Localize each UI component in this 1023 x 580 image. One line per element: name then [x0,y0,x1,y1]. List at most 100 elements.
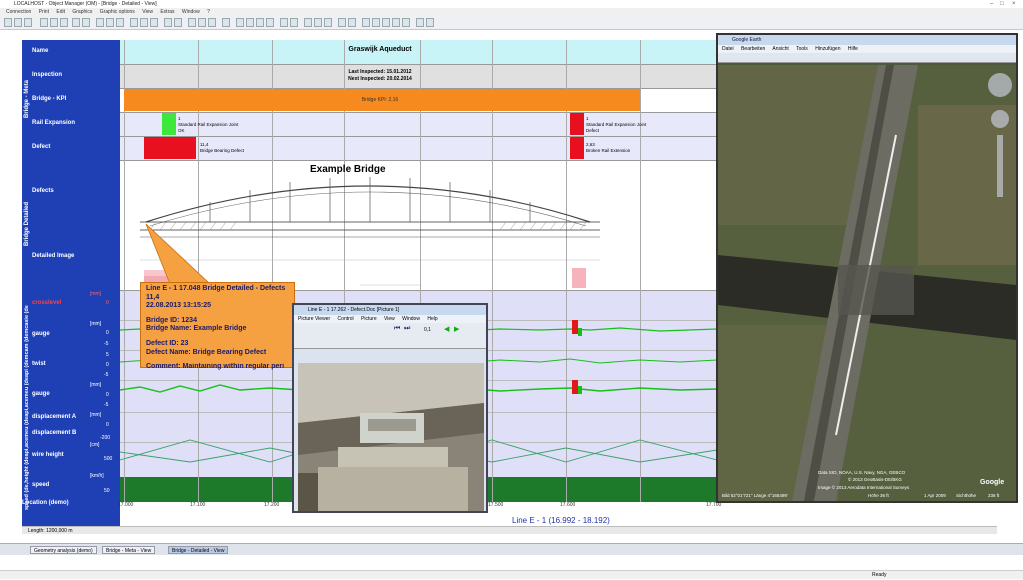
picture-viewer-title: Line E - 1 17.262 - Defect.Doc [Picture … [294,305,486,315]
row-label-displacement-b: displacement B [32,430,77,436]
map-credits-3: Image © 2013 Aerodata International Surv… [818,485,910,490]
toolbar-button[interactable] [50,18,58,27]
toolbar-button[interactable] [392,18,400,27]
toolbar-button[interactable] [60,18,68,27]
last-icon[interactable]: ⏭ [404,325,410,333]
toolbar-button[interactable] [236,18,244,27]
next-inspected: Next Inspected: 20.02.2014 [348,76,412,82]
toolbar-button[interactable] [382,18,390,27]
row-label-kpi: Bridge - KPI [32,96,67,102]
toolbar-button[interactable] [208,18,216,27]
row-label-crosslevel: crosslevel [32,300,62,306]
pv-menu-item[interactable]: Help [427,316,437,322]
next-icon[interactable]: ▶ [454,325,459,333]
pv-menu-item[interactable]: Window [402,316,420,322]
google-earth-window[interactable]: Google Earth Datei Bearbeiten Ansicht To… [716,33,1018,503]
ge-menu-item[interactable]: Hilfe [848,46,858,52]
row-label-gauge: gauge [32,331,50,337]
toolbar-button[interactable] [198,18,206,27]
toolbar-button[interactable] [426,18,434,27]
pv-menu-item[interactable]: Picture [361,316,377,322]
pv-menu-item[interactable]: Control [338,316,354,322]
menu-edit[interactable]: Edit [56,9,65,15]
menu-graphic-options[interactable]: Graphic options [100,9,135,15]
toolbar-button[interactable] [222,18,230,27]
row-label-rail-expansion: Rail Expansion [32,120,76,126]
close-button[interactable]: × [1012,0,1016,8]
menu-view[interactable]: View [142,9,153,15]
toolbar-button[interactable] [82,18,90,27]
menu-window[interactable]: Window [182,9,200,15]
toolbar-button[interactable] [24,18,32,27]
toolbar-button[interactable] [106,18,114,27]
toolbar-button[interactable] [256,18,264,27]
axis-tick: 17.100 [190,502,206,508]
defect-popup: Line E - 1 17.048 Bridge Detailed - Defe… [140,282,295,370]
toolbar-button[interactable] [4,18,12,27]
toolbar-button[interactable] [372,18,380,27]
toolbar-button[interactable] [174,18,182,27]
popup-line: 11,4 [146,293,160,301]
ge-menu-item[interactable]: Ansicht [772,46,788,52]
minimize-button[interactable]: – [990,0,993,8]
toolbar-button[interactable] [266,18,274,27]
zoom-value[interactable]: 0,1 [424,327,431,333]
ge-menu-item[interactable]: Bearbeiten [741,46,765,52]
toolbar-button[interactable] [304,18,312,27]
defect-left-name: Bridge Bearing Defect [200,148,245,153]
first-icon[interactable]: ⏮ [394,325,400,333]
toolbar-button[interactable] [314,18,322,27]
menu-connection[interactable]: Connection [6,9,31,15]
google-earth-toolbar [718,53,1016,63]
pv-menu-item[interactable]: View [384,316,395,322]
toolbar-button[interactable] [130,18,138,27]
menu-extras[interactable]: Extras [160,9,174,15]
menu-bar: Connection Print Edit Graphics Graphic o… [0,8,1023,16]
toolbar-button[interactable] [116,18,124,27]
picture-viewer-window[interactable]: Line E - 1 17.262 - Defect.Doc [Picture … [292,303,488,513]
toolbar-button[interactable] [188,18,196,27]
task-bridge-meta-view[interactable]: Bridge - Meta - View [102,546,156,554]
toolbar-button[interactable] [348,18,356,27]
task-geometry-analysis[interactable]: Geometry analysis (demo) [30,546,97,554]
row-label-twist: twist [32,361,46,367]
toolbar-button[interactable] [402,18,410,27]
defect-bearing-marker[interactable] [144,137,196,159]
toolbar-button[interactable] [150,18,158,27]
toolbar [0,16,1023,30]
menu-help[interactable]: ? [207,9,210,15]
ge-menu-item[interactable]: Datei [722,46,734,52]
maximize-button[interactable]: □ [1000,0,1004,8]
popup-line: Bridge Name: Example Bridge [146,325,247,333]
pv-menu-item[interactable]: Picture Viewer [298,316,330,322]
bridge-name: Graswijk Aqueduct [348,46,412,53]
length-bar[interactable]: Length: 1200,000 m [22,526,997,534]
ge-menu-item[interactable]: Hinzufügen [815,46,840,52]
menu-print[interactable]: Print [39,9,49,15]
toolbar-button[interactable] [140,18,148,27]
toolbar-button[interactable] [290,18,298,27]
popup-pointer [145,223,211,284]
toolbar-button[interactable] [246,18,254,27]
toolbar-button[interactable] [416,18,424,27]
toolbar-button[interactable] [338,18,346,27]
rail-expansion-ok-marker[interactable] [162,113,176,135]
map-credits-2: © 2013 GeoBasis-DE/BKG [848,477,902,482]
satellite-map[interactable]: Data SIO, NOAA, U.S. Navy, NGA, GEBCO © … [718,65,1016,501]
toolbar-button[interactable] [324,18,332,27]
rail-expansion-left-status: OK [178,128,185,133]
ge-menu-item[interactable]: Tools [796,46,808,52]
defect-rail-marker[interactable] [570,137,584,159]
toolbar-button[interactable] [362,18,370,27]
toolbar-button[interactable] [280,18,288,27]
toolbar-button[interactable] [14,18,22,27]
toolbar-button[interactable] [40,18,48,27]
toolbar-button[interactable] [72,18,80,27]
toolbar-button[interactable] [96,18,104,27]
task-bridge-detailed-view[interactable]: Bridge - Detailed - View [168,546,229,554]
prev-icon[interactable]: ◀ [444,325,449,333]
toolbar-button[interactable] [164,18,172,27]
menu-graphics[interactable]: Graphics [72,9,92,15]
rail-expansion-defect-marker[interactable] [570,113,584,135]
axis-tick: 17.000 [118,502,134,508]
